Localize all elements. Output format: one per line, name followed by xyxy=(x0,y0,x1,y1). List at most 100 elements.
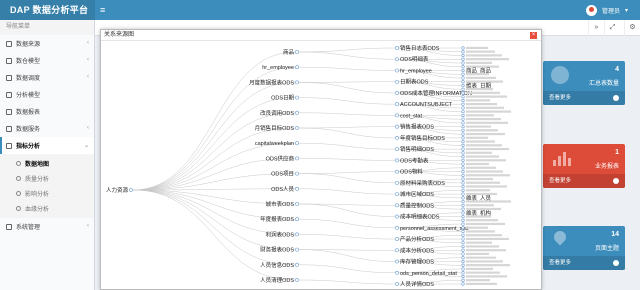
tree-leaf-stub xyxy=(466,264,510,267)
sidebar-subitem-data-map[interactable]: 数据地图 xyxy=(0,156,94,171)
tree-node xyxy=(395,68,399,73)
tree-leaf-node xyxy=(461,177,465,181)
tree-leaf-node xyxy=(461,218,465,222)
lineage-tree: 人力资源 商品 hr_employee 月度数据报表ODS ODS日期改良调用ODS 月销… xyxy=(106,44,511,288)
tree-leaf-stub xyxy=(466,58,509,61)
tree-leaf-stub xyxy=(466,204,494,207)
tree-leaf-stub xyxy=(466,234,502,237)
tree-node xyxy=(395,203,399,208)
tree-link xyxy=(298,97,396,105)
sidebar-subitem-label: 数据地图 xyxy=(25,162,50,168)
fullscreen-button[interactable]: ⤢ xyxy=(604,20,620,36)
user-menu[interactable]: 管理员 ▾ xyxy=(585,0,628,20)
tree-leaf-node xyxy=(461,128,465,133)
tree-leaf-node xyxy=(461,132,465,136)
sidebar-subitem-lineage[interactable]: 血缘分析 xyxy=(0,201,94,216)
info-box-number: 1 xyxy=(615,149,619,156)
sidebar-subitem-impact[interactable]: 影响分析 xyxy=(0,186,94,201)
tree-leaf-stub xyxy=(466,222,505,226)
tree-leaf-stub xyxy=(466,50,495,53)
tree-label: 城市区域ODS xyxy=(400,190,434,198)
tree-leaf-node xyxy=(461,83,465,88)
info-box-number: 14 xyxy=(611,231,619,238)
tree-leaf-stub xyxy=(466,144,502,147)
tree-leaf-stub xyxy=(466,162,489,166)
tree-leaf-stub xyxy=(466,200,511,203)
tree-label: ODS人员 xyxy=(271,186,294,193)
tree-leaf-stub xyxy=(466,54,502,57)
tree-leaf-node xyxy=(461,252,465,256)
avatar xyxy=(585,4,597,16)
tree-leaf-node xyxy=(461,57,465,61)
tree-node xyxy=(395,136,399,140)
sidebar-item-data-report[interactable]: 数据报表 xyxy=(0,103,94,120)
tree-link xyxy=(132,51,296,191)
info-box-more-link[interactable]: 查看更多 xyxy=(543,256,625,270)
sidebar-item-label: 数据来源 xyxy=(16,42,41,48)
map-pin-icon xyxy=(551,228,569,246)
tree-leaf-stub xyxy=(466,185,507,188)
tree-node xyxy=(395,124,399,129)
sidebar-subitem-quality[interactable]: 质量分析 xyxy=(0,171,94,186)
tree-leaf-stub xyxy=(466,46,488,49)
tree-link xyxy=(298,203,396,217)
scroll-tabs-button[interactable]: » xyxy=(588,20,604,36)
tree-leaf-node xyxy=(461,214,465,219)
tree-leaf-stub xyxy=(466,155,499,158)
tree-leaf-node xyxy=(461,173,465,177)
tree-node xyxy=(395,259,399,264)
sidebar-item-warehouse-model[interactable]: 数仓模型 ‹ xyxy=(0,52,94,69)
tree-label: ODS考勤表 xyxy=(400,156,429,164)
sidebar-item-system-admin[interactable]: 系统管理 ‹ xyxy=(0,218,94,235)
tree-leaf-node xyxy=(461,207,465,211)
tree-node xyxy=(295,156,299,161)
tree-node xyxy=(295,262,299,267)
chevron-left-icon: ‹ xyxy=(87,125,89,131)
sidebar-item-data-schedule[interactable]: 数据调度 ‹ xyxy=(0,69,94,86)
tree-link xyxy=(132,112,296,191)
close-icon[interactable]: × xyxy=(530,32,537,39)
tree-leaf-stub xyxy=(466,151,492,154)
tree-leaf-node xyxy=(461,106,465,110)
tree-leaf-stub xyxy=(466,114,494,117)
app-logo[interactable]: DAP 数据分析平台 xyxy=(0,0,95,20)
tree-node xyxy=(295,232,299,237)
tree-label: 人力资源 xyxy=(106,186,129,194)
circle-icon xyxy=(16,161,21,166)
tree-label: 销售日志表ODS xyxy=(400,44,440,52)
tree-link xyxy=(298,66,396,71)
tree-leaf-node xyxy=(461,53,465,58)
tree-leaf-stub xyxy=(466,215,491,218)
tree-node xyxy=(395,79,399,84)
globe-icon xyxy=(551,66,569,84)
tree-label: ODS成本管理INFORMATION xyxy=(400,89,472,97)
tree-label: 年度报表ODS xyxy=(260,215,294,223)
tree-label: ods_person_detail_stat xyxy=(400,271,457,277)
settings-button[interactable]: ⚙ xyxy=(624,20,640,36)
tree-label: ACCOUNTSUBJECT xyxy=(400,102,453,108)
sidebar: 导航菜单 数据来源 ‹ 数仓模型 ‹ 数据调度 ‹ 分析模型 数据报表 数据服务… xyxy=(0,20,95,290)
menu-toggle-icon[interactable]: ≡ xyxy=(100,0,105,20)
tree-node xyxy=(395,248,399,253)
sidebar-item-metric-analysis[interactable]: 指标分析 ⌄ xyxy=(0,137,94,154)
tree-leaf-node xyxy=(461,98,465,103)
tree-leaf-stub xyxy=(466,249,506,252)
info-box-page-topic: 14 页面主题 查看更多 xyxy=(543,226,625,270)
info-box-more-link[interactable]: 查看更多 xyxy=(543,174,625,188)
chevron-left-icon: ‹ xyxy=(87,57,89,63)
tree-label: ODS供应商 xyxy=(266,154,295,162)
sidebar-item-data-service[interactable]: 数据服务 ‹ xyxy=(0,120,94,137)
tree-leaf-stub xyxy=(466,260,503,263)
tree-label: 人员详情ODS xyxy=(400,280,434,288)
tree-label: 月度数据报表ODS xyxy=(249,78,294,86)
tree-leaf-node xyxy=(461,267,465,271)
tree-leaf-node xyxy=(461,158,465,162)
sidebar-item-analysis-model[interactable]: 分析模型 xyxy=(0,86,94,103)
tree-leaf-node xyxy=(461,237,465,241)
sidebar-item-data-source[interactable]: 数据来源 ‹ xyxy=(0,35,94,52)
tree-node xyxy=(395,180,399,185)
tree-leaf-stub xyxy=(466,140,495,143)
tree-node xyxy=(395,225,399,230)
tree-label: 库存管理ODS xyxy=(400,258,434,266)
info-box-more-link[interactable]: 查看更多 xyxy=(543,91,625,105)
